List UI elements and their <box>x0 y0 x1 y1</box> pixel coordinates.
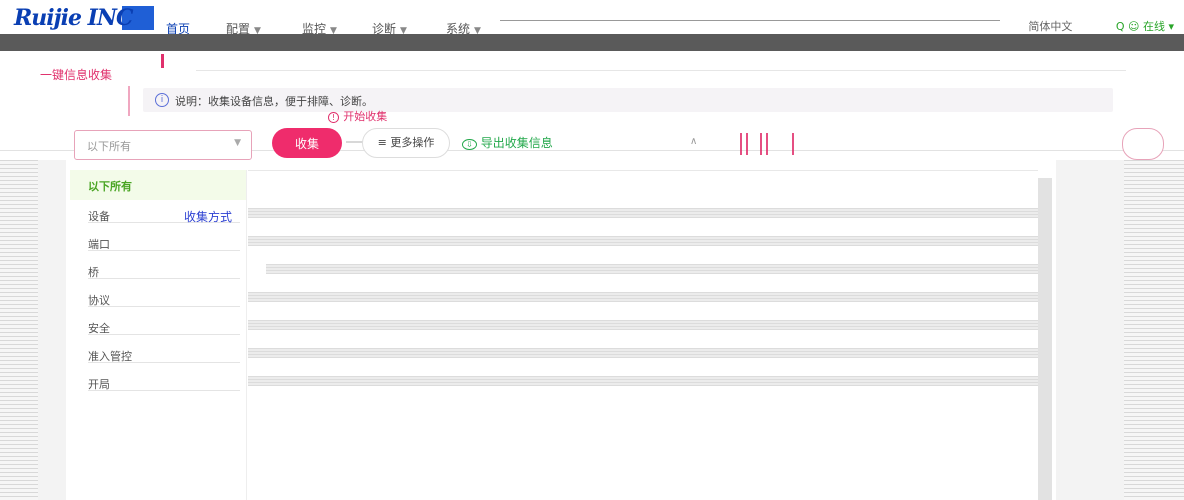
start-collect-link[interactable]: ! 开始收集 <box>328 108 387 124</box>
info-icon: i <box>155 93 169 107</box>
table-row <box>248 376 1038 386</box>
play-icon: ! <box>328 112 340 123</box>
header-right-tools: 简体中文 Q ☺ 在线 ▾ <box>1028 18 1174 34</box>
more-actions-button[interactable]: ≡ 更多操作 <box>362 128 450 158</box>
menu-icon: ≡ <box>377 136 391 149</box>
notice-accent <box>128 86 130 116</box>
collect-method-tooltip: 收集方式 <box>184 210 233 224</box>
notice-text: 说明：收集设备信息，便于排障、诊断。 <box>175 95 373 108</box>
content-divider <box>248 170 1038 171</box>
tab-divider <box>196 70 1126 71</box>
tree-item-security[interactable]: 安全 <box>88 320 240 335</box>
table-row <box>266 264 1038 274</box>
table-row <box>248 208 1038 218</box>
language-switch[interactable]: 简体中文 <box>1028 20 1072 33</box>
tab-one-click-collect[interactable]: 一键信息收集 <box>40 66 112 83</box>
tree-item-port[interactable]: 端口 <box>88 236 240 251</box>
table-row <box>248 236 1038 246</box>
brand-logo: Ruijie INC <box>14 5 134 31</box>
scope-select-value: 以下所有 <box>87 140 131 153</box>
tree-item-all[interactable]: 以下所有 <box>70 170 246 200</box>
more-actions-label: 更多操作 <box>390 136 435 149</box>
dark-toolbar-band <box>0 34 1184 51</box>
tab-indicator <box>161 54 164 68</box>
collect-button[interactable]: 收集 <box>272 128 342 158</box>
user-tools[interactable]: Q ☺ 在线 ▾ <box>1116 20 1174 33</box>
scope-select[interactable]: 以下所有 ▼ <box>74 130 252 160</box>
right-gutter <box>1056 160 1124 500</box>
left-edge-pattern <box>0 160 38 500</box>
vertical-scrollbar[interactable] <box>1038 178 1052 500</box>
page-tabs <box>0 51 1184 93</box>
notice-banner: i 说明：收集设备信息，便于排障、诊断。 <box>143 88 1113 112</box>
content-grid <box>248 170 1038 500</box>
table-row <box>248 348 1038 358</box>
table-row <box>248 292 1038 302</box>
settings-toggle[interactable] <box>1122 128 1164 160</box>
tree-item-access-control[interactable]: 准入管控 <box>88 348 240 363</box>
download-icon: ⇩ <box>462 139 477 150</box>
chevron-up-icon[interactable]: ∧ <box>690 136 697 147</box>
left-gutter <box>38 160 66 500</box>
export-label: 导出收集信息 <box>480 136 553 150</box>
start-collect-label: 开始收集 <box>343 110 388 123</box>
tree-item-protocol[interactable]: 协议 <box>88 292 240 307</box>
top-header: Ruijie INC 首页 配置 ▼ 监控 ▼ 诊断 ▼ 系统 ▼ 简体中文 Q ☺ 在… <box>0 0 1184 36</box>
table-row <box>248 320 1038 330</box>
header-divider <box>500 20 1000 21</box>
tree-item-setup[interactable]: 开局 <box>88 376 240 391</box>
chevron-down-icon: ▼ <box>234 138 241 148</box>
tree-item-bridge[interactable]: 桥 <box>88 264 240 279</box>
tree-item-all-label: 以下所有 <box>88 180 132 193</box>
right-edge-pattern <box>1124 160 1184 500</box>
export-collected-link[interactable]: ⇩ 导出收集信息 <box>462 134 553 151</box>
